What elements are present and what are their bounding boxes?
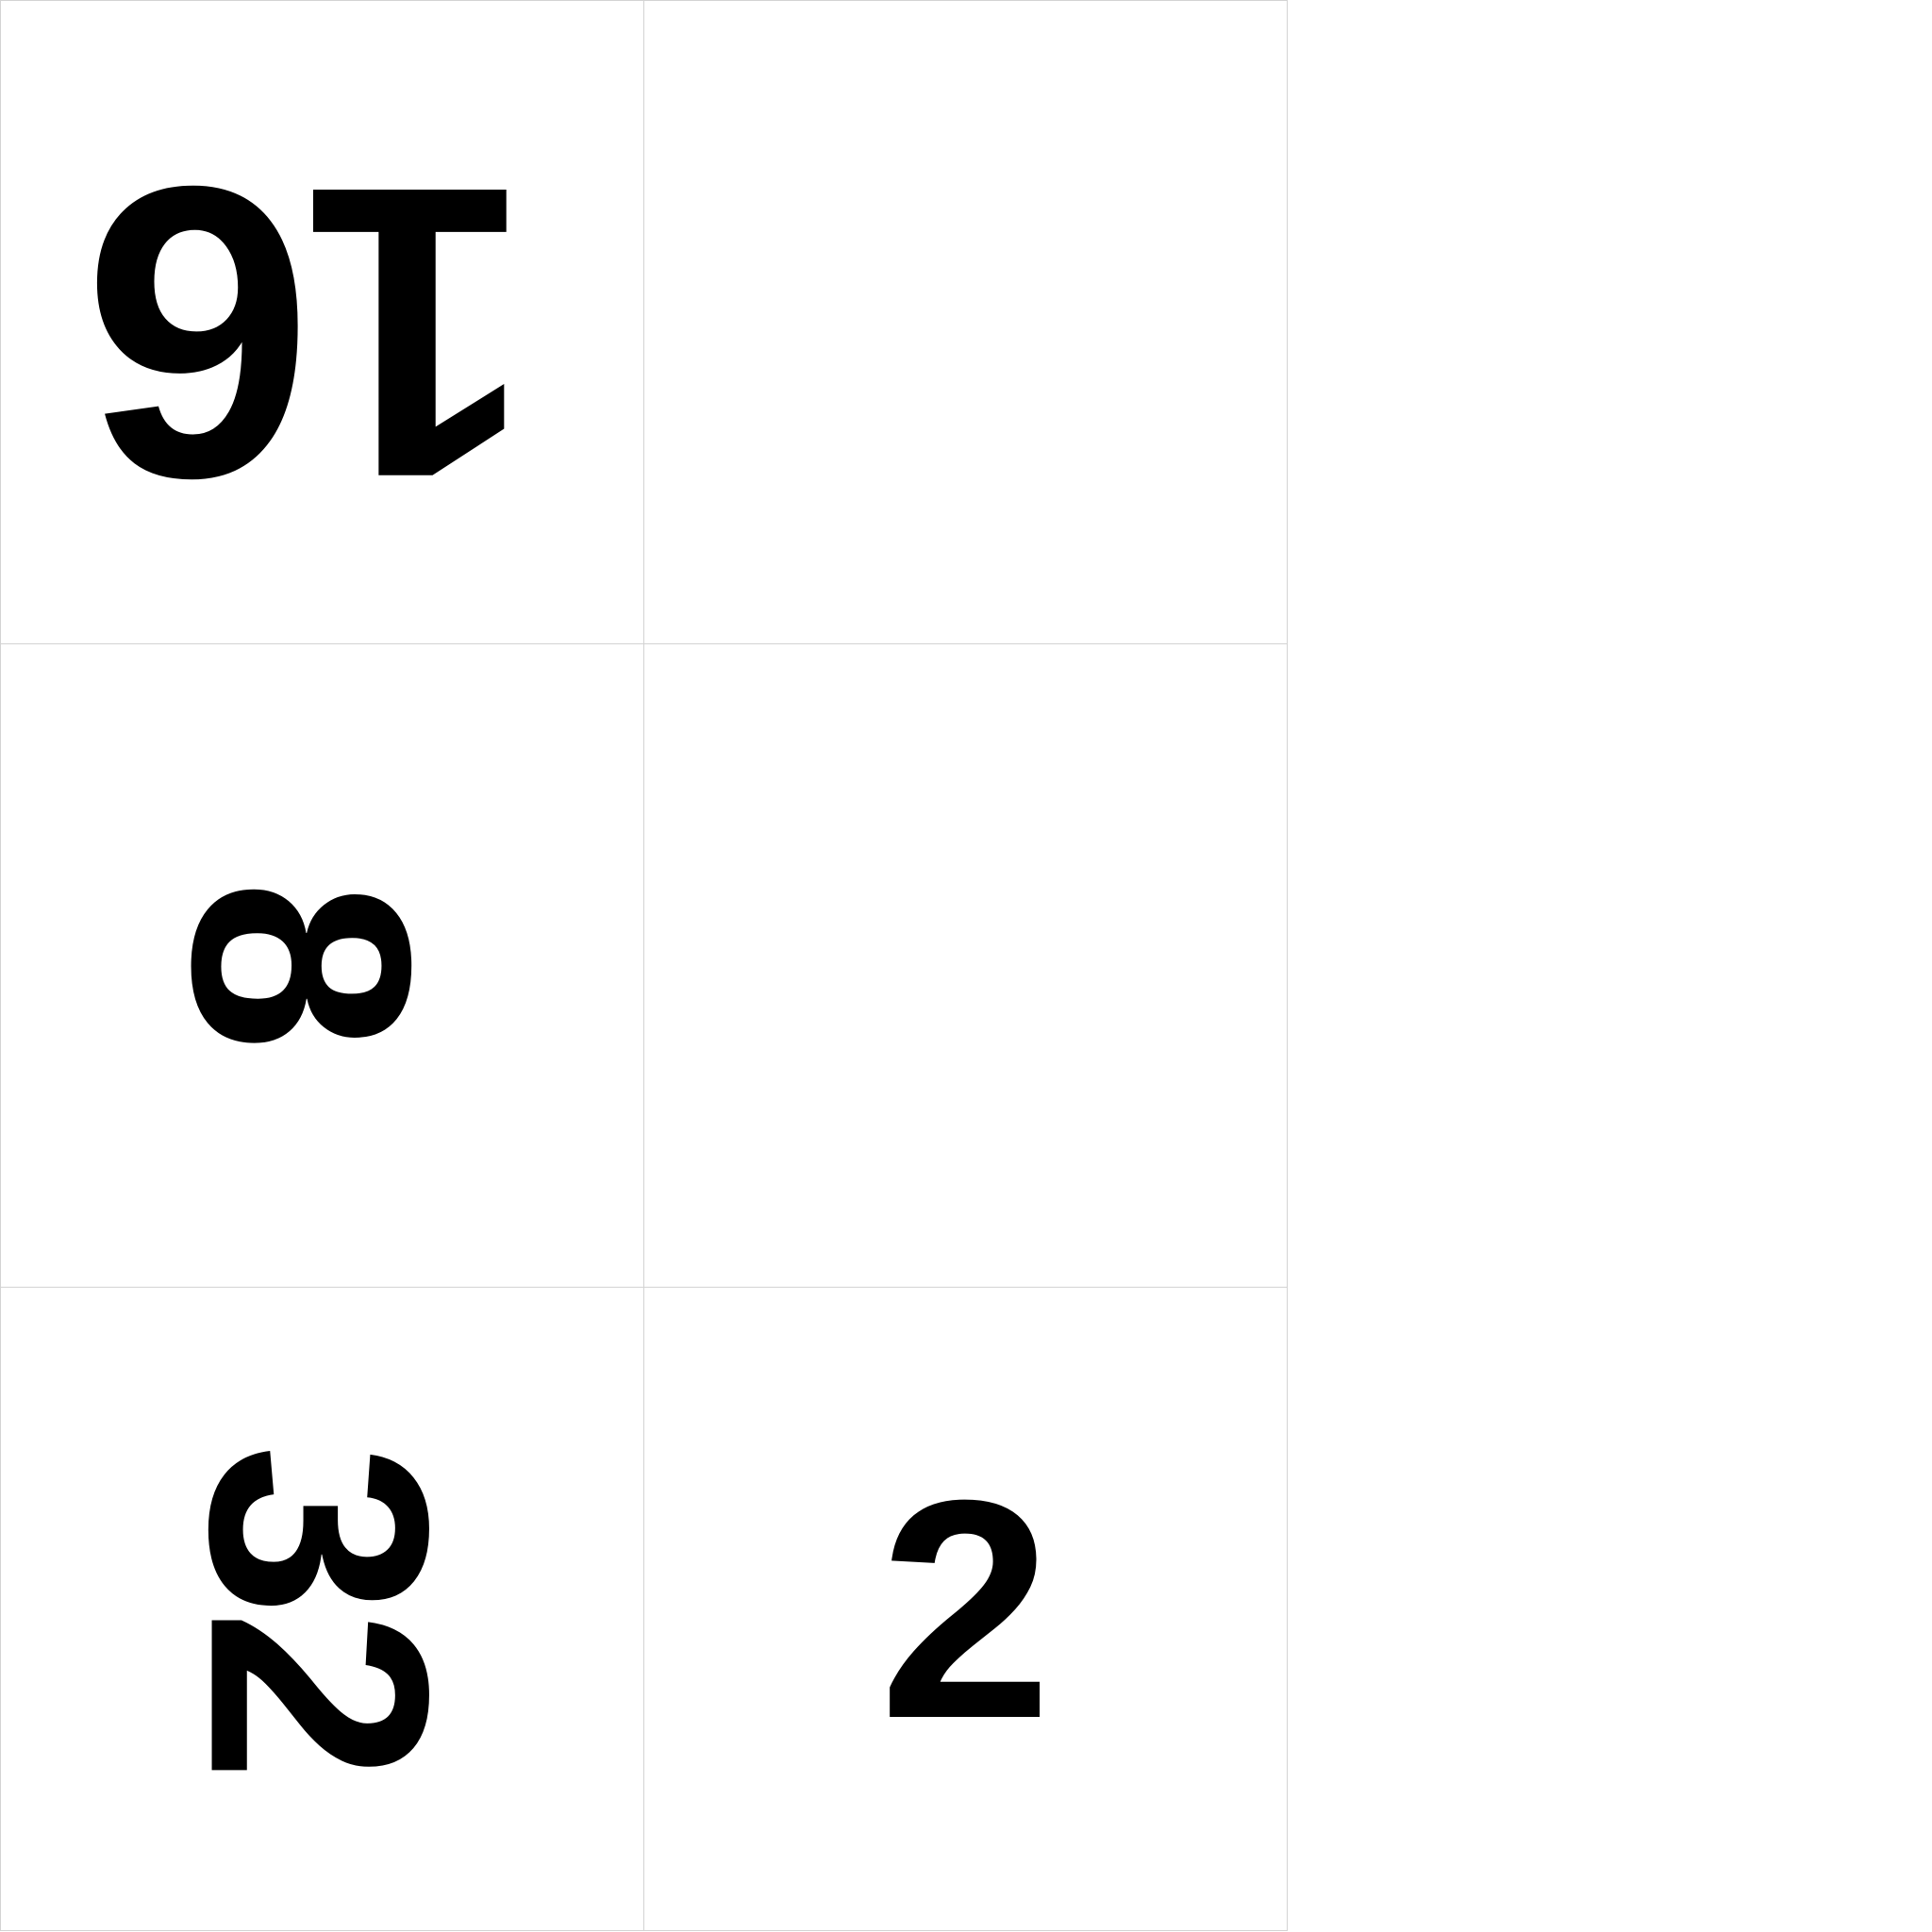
- tile-value: 32: [145, 1442, 494, 1775]
- tile-value: 16: [92, 100, 533, 564]
- tile-r1-c0[interactable]: 8: [0, 643, 644, 1288]
- tile-number-2: 2: [644, 1288, 1287, 1930]
- tile-value: 2: [878, 1434, 1053, 1783]
- tile-r1-c1-empty[interactable]: [643, 643, 1288, 1288]
- tile-value: 8: [127, 878, 476, 1053]
- tile-empty-slot: [644, 1, 1287, 643]
- tile-r2-c0[interactable]: 32: [0, 1287, 644, 1931]
- tile-number-16: 16: [1, 1, 643, 643]
- tile-number-32: 32: [1, 1288, 643, 1930]
- tile-r2-c1[interactable]: 2: [643, 1287, 1288, 1931]
- tile-r0-c0[interactable]: 16: [0, 0, 644, 644]
- game-board: 16 8 32 2: [0, 0, 1289, 1932]
- tile-r0-c1-empty[interactable]: [643, 0, 1288, 644]
- tile-number-8: 8: [1, 644, 643, 1287]
- tile-empty-slot: [644, 644, 1287, 1287]
